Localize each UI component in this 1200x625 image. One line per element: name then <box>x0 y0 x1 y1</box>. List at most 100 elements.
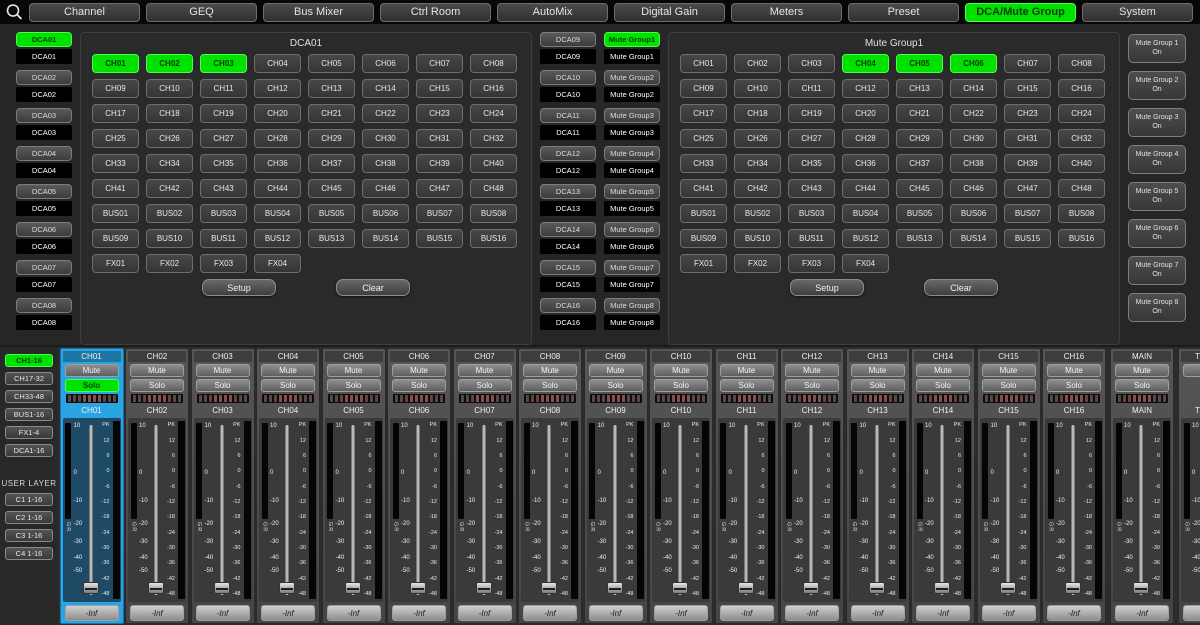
dca-select-button-dca14[interactable]: DCA14 <box>540 222 596 237</box>
dca-assign-ch11[interactable]: CH11 <box>200 79 247 98</box>
mute-button[interactable]: Mute <box>589 364 643 377</box>
channel-strip-ch04[interactable]: CH04MuteSoloCH04GR100-10-20-30-40-50PK12… <box>256 348 320 624</box>
mute-assign-fx03[interactable]: FX03 <box>788 254 835 273</box>
dca-assign-ch01[interactable]: CH01 <box>92 54 139 73</box>
mute-group-select-button-mute-group2[interactable]: Mute Group2 <box>604 70 660 85</box>
dca-assign-ch12[interactable]: CH12 <box>254 79 301 98</box>
fader-knob[interactable] <box>672 582 688 594</box>
mute-assign-ch30[interactable]: CH30 <box>950 129 997 148</box>
tab-preset[interactable]: Preset <box>848 3 959 22</box>
mute-clear-button[interactable]: Clear <box>924 279 998 296</box>
dca-assign-ch42[interactable]: CH42 <box>146 179 193 198</box>
solo-button[interactable]: Solo <box>720 379 774 392</box>
channel-strip-ch02[interactable]: CH02MuteSoloCH02GR100-10-20-30-40-50PK12… <box>125 348 189 624</box>
dca-assign-ch32[interactable]: CH32 <box>470 129 517 148</box>
mute-assign-bus16[interactable]: BUS16 <box>1058 229 1105 248</box>
dca-assign-ch02[interactable]: CH02 <box>146 54 193 73</box>
user-layer-button-c3-1-16[interactable]: C3 1-16 <box>5 529 53 542</box>
mute-group-on-button-mute-group-5[interactable]: Mute Group 5On <box>1128 182 1186 211</box>
mute-assign-ch28[interactable]: CH28 <box>842 129 889 148</box>
mute-assign-ch29[interactable]: CH29 <box>896 129 943 148</box>
solo-button[interactable]: Solo <box>785 379 839 392</box>
mute-group-select-button-mute-group6[interactable]: Mute Group6 <box>604 222 660 237</box>
solo-button[interactable]: Solo <box>65 379 119 392</box>
dca-assign-ch45[interactable]: CH45 <box>308 179 355 198</box>
mute-group-select-button-mute-group3[interactable]: Mute Group3 <box>604 108 660 123</box>
fader-value[interactable]: -Inf <box>851 605 905 621</box>
tab-geq[interactable]: GEQ <box>146 3 257 22</box>
mute-assign-ch33[interactable]: CH33 <box>680 154 727 173</box>
channel-strip-ch06[interactable]: CH06MuteSoloCH06GR100-10-20-30-40-50PK12… <box>387 348 451 624</box>
fader-value[interactable]: -Inf <box>785 605 839 621</box>
dca-assign-ch05[interactable]: CH05 <box>308 54 355 73</box>
dca-assign-bus16[interactable]: BUS16 <box>470 229 517 248</box>
mute-button[interactable]: Mute <box>785 364 839 377</box>
dca-select-button-dca04[interactable]: DCA04 <box>16 146 72 161</box>
channel-strip-ch07[interactable]: CH07MuteSoloCH07GR100-10-20-30-40-50PK12… <box>453 348 517 624</box>
mute-assign-ch23[interactable]: CH23 <box>1004 104 1051 123</box>
dca-assign-bus06[interactable]: BUS06 <box>362 204 409 223</box>
solo-button[interactable]: Solo <box>458 379 512 392</box>
mute-button[interactable]: Mute <box>327 364 381 377</box>
mute-assign-bus15[interactable]: BUS15 <box>1004 229 1051 248</box>
channel-strip-ch16[interactable]: CH16MuteSoloCH16GR100-10-20-30-40-50PK12… <box>1042 348 1106 624</box>
mute-button[interactable]: Mute <box>1115 364 1169 377</box>
dca-select-button-dca01[interactable]: DCA01 <box>16 32 72 47</box>
mute-assign-ch10[interactable]: CH10 <box>734 79 781 98</box>
fader-knob[interactable] <box>607 582 623 594</box>
mute-button[interactable]: Mute <box>458 364 512 377</box>
fader-knob[interactable] <box>541 582 557 594</box>
fader-value[interactable]: -Inf <box>261 605 315 621</box>
fader-value[interactable]: -Inf <box>458 605 512 621</box>
layer-button-ch17-32[interactable]: CH17-32 <box>5 372 53 385</box>
layer-button-bus1-16[interactable]: BUS1-16 <box>5 408 53 421</box>
fader-knob[interactable] <box>803 582 819 594</box>
mute-assign-ch34[interactable]: CH34 <box>734 154 781 173</box>
fader-value[interactable]: -Inf <box>1115 605 1169 621</box>
mute-assign-ch17[interactable]: CH17 <box>680 104 727 123</box>
fader-knob[interactable] <box>1000 582 1016 594</box>
dca-assign-fx04[interactable]: FX04 <box>254 254 301 273</box>
mute-assign-ch12[interactable]: CH12 <box>842 79 889 98</box>
channel-strip-ch11[interactable]: CH11MuteSoloCH11GR100-10-20-30-40-50PK12… <box>715 348 779 624</box>
fader-knob[interactable] <box>410 582 426 594</box>
layer-button-dca1-16[interactable]: DCA1-16 <box>5 444 53 457</box>
mute-assign-bus06[interactable]: BUS06 <box>950 204 997 223</box>
mute-assign-bus07[interactable]: BUS07 <box>1004 204 1051 223</box>
mute-button[interactable]: Mute <box>1183 364 1200 377</box>
fader-value[interactable]: -Inf <box>916 605 970 621</box>
dca-assign-ch40[interactable]: CH40 <box>470 154 517 173</box>
dca-assign-ch22[interactable]: CH22 <box>362 104 409 123</box>
solo-button[interactable]: Solo <box>589 379 643 392</box>
mute-group-select-button-mute-group7[interactable]: Mute Group7 <box>604 260 660 275</box>
tab-dca-mute-group[interactable]: DCA/Mute Group <box>965 3 1076 22</box>
mute-assign-ch32[interactable]: CH32 <box>1058 129 1105 148</box>
dca-assign-ch09[interactable]: CH09 <box>92 79 139 98</box>
mute-assign-ch27[interactable]: CH27 <box>788 129 835 148</box>
dca-assign-ch30[interactable]: CH30 <box>362 129 409 148</box>
dca-select-button-dca03[interactable]: DCA03 <box>16 108 72 123</box>
mute-assign-bus01[interactable]: BUS01 <box>680 204 727 223</box>
dca-assign-bus11[interactable]: BUS11 <box>200 229 247 248</box>
fader-knob[interactable] <box>279 582 295 594</box>
fader-knob[interactable] <box>214 582 230 594</box>
dca-assign-ch08[interactable]: CH08 <box>470 54 517 73</box>
fader-value[interactable]: -Inf <box>196 605 250 621</box>
mute-assign-ch11[interactable]: CH11 <box>788 79 835 98</box>
mute-button[interactable]: Mute <box>720 364 774 377</box>
fader-value[interactable]: -Inf <box>589 605 643 621</box>
dca-select-button-dca16[interactable]: DCA16 <box>540 298 596 313</box>
mute-group-on-button-mute-group-8[interactable]: Mute Group 8On <box>1128 293 1186 322</box>
solo-button[interactable]: Solo <box>851 379 905 392</box>
mute-assign-bus04[interactable]: BUS04 <box>842 204 889 223</box>
channel-strip-ch15[interactable]: CH15MuteSoloCH15GR100-10-20-30-40-50PK12… <box>977 348 1041 624</box>
mute-assign-fx04[interactable]: FX04 <box>842 254 889 273</box>
solo-button[interactable]: Solo <box>130 379 184 392</box>
dca-assign-bus02[interactable]: BUS02 <box>146 204 193 223</box>
dca-assign-bus10[interactable]: BUS10 <box>146 229 193 248</box>
fader-knob[interactable] <box>1133 582 1149 594</box>
mute-group-on-button-mute-group-3[interactable]: Mute Group 3On <box>1128 108 1186 137</box>
solo-button[interactable]: Solo <box>654 379 708 392</box>
dca-select-button-dca07[interactable]: DCA07 <box>16 260 72 275</box>
channel-strip-main[interactable]: MAINMuteSoloMAINGR100-10-20-30-40-50PK12… <box>1110 348 1174 624</box>
